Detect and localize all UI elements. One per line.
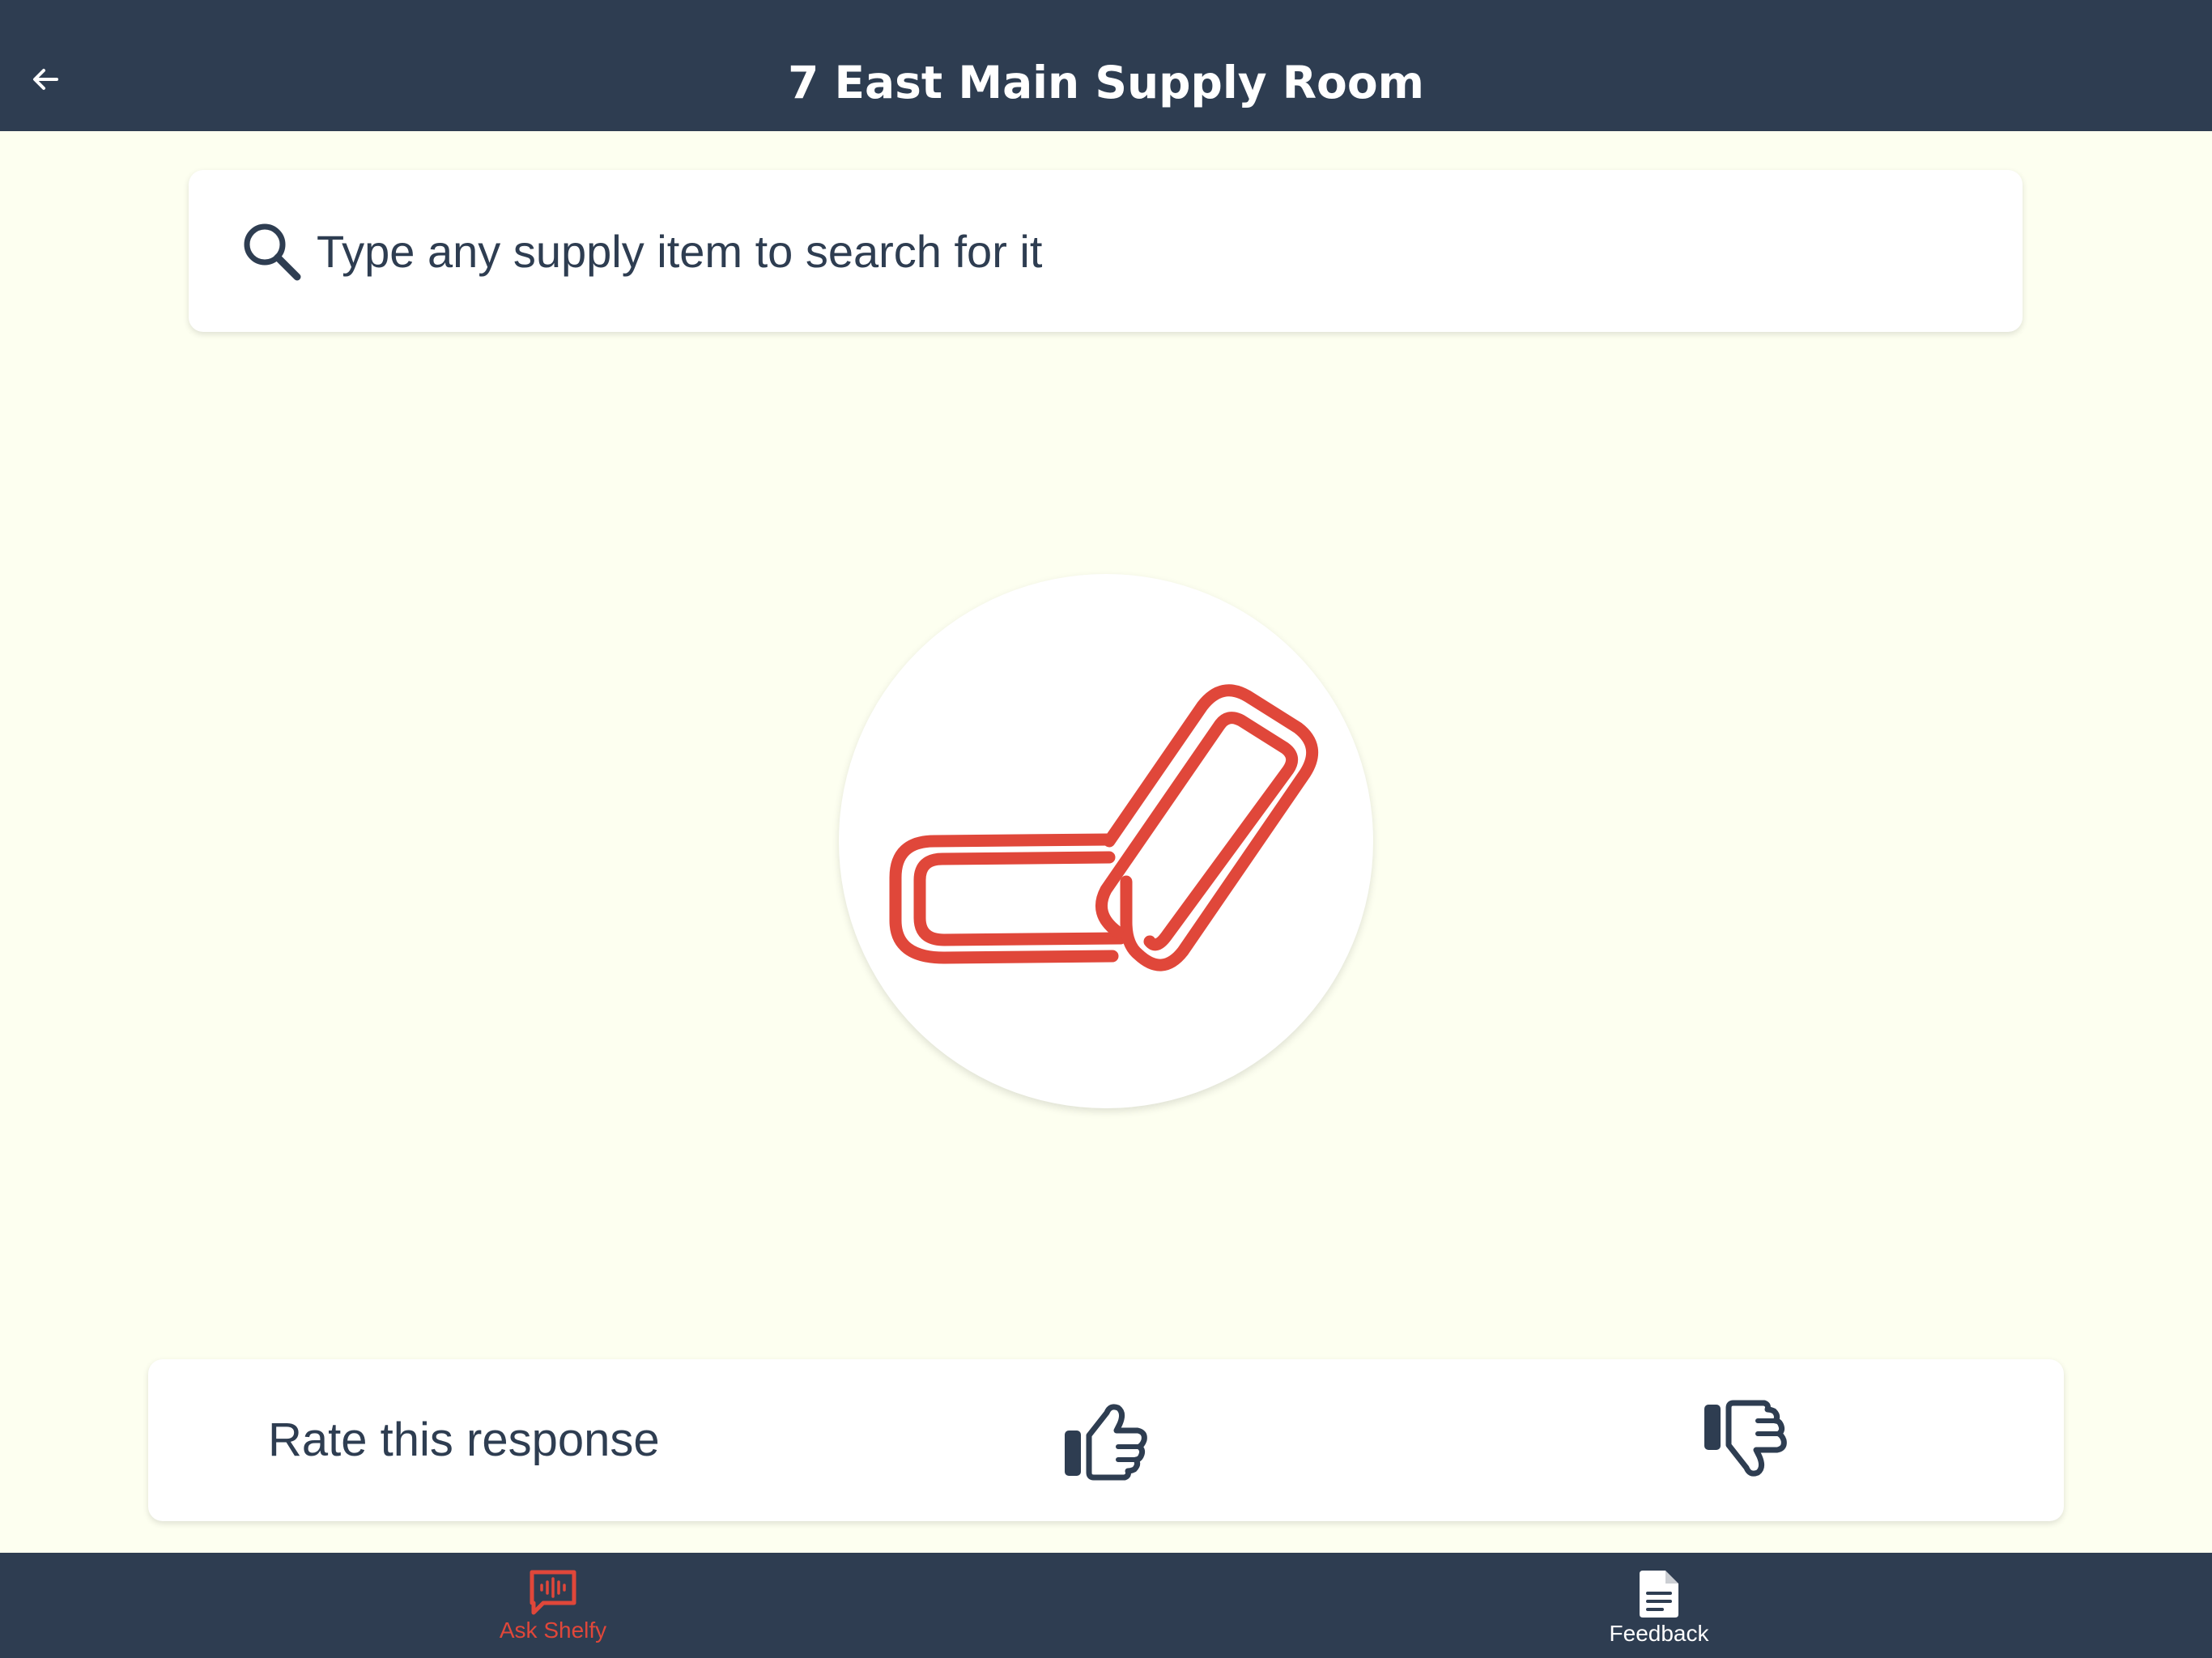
shelfy-logo <box>839 574 1373 1108</box>
nav-label-feedback: Feedback <box>1609 1621 1709 1646</box>
voice-message-icon <box>530 1570 576 1615</box>
search-bar[interactable] <box>189 170 2023 332</box>
nav-feedback[interactable]: Feedback <box>1538 1553 1780 1658</box>
nav-label-ask-shelfy: Ask Shelfy <box>499 1618 607 1643</box>
back-button[interactable] <box>23 57 68 102</box>
bottom-nav: Ask Shelfy Feedback <box>0 1553 2212 1658</box>
document-icon <box>1640 1571 1678 1618</box>
thumbs-down-icon <box>1704 1400 1787 1477</box>
nav-ask-shelfy[interactable]: Ask Shelfy <box>432 1553 674 1658</box>
rate-response-label: Rate this response <box>268 1414 660 1466</box>
rate-response-card: Rate this response <box>148 1359 2064 1521</box>
arrow-left-icon <box>33 69 58 90</box>
thumbs-up-button[interactable] <box>1061 1400 1151 1481</box>
search-icon <box>244 223 301 281</box>
paperclip-chain-icon <box>889 684 1319 971</box>
search-input[interactable] <box>310 202 1976 300</box>
thumbs-down-button[interactable] <box>1701 1400 1790 1481</box>
thumbs-up-icon <box>1065 1404 1147 1481</box>
page-title: 7 East Main Supply Room <box>788 57 1424 108</box>
app-header: 7 East Main Supply Room <box>0 0 2212 131</box>
